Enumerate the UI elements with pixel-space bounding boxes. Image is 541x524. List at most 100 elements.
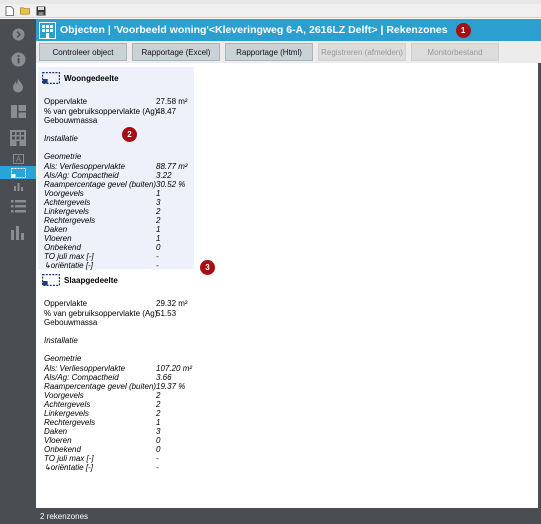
rekenzones-icon[interactable] (0, 166, 36, 179)
row-installatie: Installatie (44, 336, 194, 345)
flame-icon[interactable] (0, 75, 36, 95)
row-label: TO juli max [-] (44, 252, 94, 261)
row-label: Daken (44, 427, 68, 436)
row-value: 107.20 m² (156, 364, 193, 373)
row-value: - (156, 454, 159, 463)
bar-chart-icon[interactable] (0, 223, 36, 243)
row-oppervlakte: Oppervlakte 27.58 m² (44, 97, 194, 106)
rapportage-html-button[interactable]: Rapportage (Html) (225, 43, 313, 61)
row-onbekend: Onbekend 0 (44, 243, 194, 252)
rapportage-excel-button[interactable]: Rapportage (Excel) (132, 43, 220, 61)
row-value: - (156, 252, 159, 261)
row-label: Daken (44, 225, 68, 234)
save-icon[interactable] (36, 6, 46, 16)
row-value: 2 (156, 409, 161, 418)
row-van-gebruiksoppervlakte-ag: % van gebruiksoppervlakte (Ag) 48.47 (44, 107, 194, 116)
row-label: % van gebruiksoppervlakte (Ag) (44, 309, 158, 318)
row-linkergevels: Linkergevels 2 (44, 409, 194, 418)
row-value: 2 (156, 207, 161, 216)
row-label: Raampercentage gevel (buiten) (44, 180, 157, 189)
row-value: 0 (156, 436, 161, 445)
list-icon[interactable] (0, 197, 36, 215)
row-value: 51.53 (156, 309, 177, 318)
new-file-icon[interactable] (4, 5, 14, 16)
info-icon[interactable] (0, 49, 36, 69)
row-daken: Daken 1 (44, 225, 194, 234)
toolbar (0, 4, 541, 18)
row-achtergevels: Achtergevels 2 (44, 400, 194, 409)
row-value: 1 (156, 225, 161, 234)
svg-text:A: A (15, 155, 21, 164)
row-label: TO juli max [-] (44, 454, 94, 463)
row-value: 0 (156, 445, 161, 454)
row-label: Oppervlakte (44, 299, 88, 308)
zone-card-slaapgedeelte[interactable]: Slaapgedeelte Oppervlakte 29.32 m²% van g… (38, 269, 194, 472)
row-label: Als/Ag: Compactheid (44, 171, 119, 180)
row-label: Onbekend (44, 445, 81, 454)
zone-title: Woongedeelte (64, 73, 119, 83)
row-label: Gebouwmassa (44, 318, 98, 327)
open-folder-icon[interactable] (20, 6, 30, 16)
row-label: Linkergevels (44, 207, 89, 216)
row-label: Voorgevels (44, 189, 84, 198)
callout-badge-3: 3 (200, 260, 215, 275)
row-value: 1 (156, 418, 161, 427)
row-rechtergevels: Rechtergevels 1 (44, 418, 194, 427)
row-achtergevels: Achtergevels 3 (44, 198, 194, 207)
text-a-icon[interactable]: A (0, 153, 36, 165)
row-raampercentage-gevel-buiten: Raampercentage gevel (buiten) 19.37 % (44, 382, 194, 391)
row-label: Geometrie (44, 354, 82, 363)
page-title: Objecten | 'Voorbeeld woning'<Kleveringw… (60, 24, 448, 36)
row-label: Als/Ag: Compactheid (44, 373, 119, 382)
row-value: 0 (156, 243, 161, 252)
row-gebouwmassa: Gebouwmassa (44, 318, 194, 327)
row-vloeren: Vloeren 0 (44, 436, 194, 445)
row-ori-ntatie: ↳oriëntatie [-] - (44, 463, 194, 472)
zone-header: Slaapgedeelte (42, 273, 194, 287)
row-value: 3 (156, 198, 161, 207)
row-van-gebruiksoppervlakte-ag: % van gebruiksoppervlakte (Ag) 51.53 (44, 309, 194, 318)
row-label: Raampercentage gevel (buiten) (44, 382, 157, 391)
row-value: 3 (156, 427, 161, 436)
nav-forward-icon[interactable] (0, 25, 36, 43)
row-value: 19.37 % (156, 382, 186, 391)
left-navigation-rail: A (0, 19, 36, 524)
row-vloeren: Vloeren 1 (44, 234, 194, 243)
row-als-verliesoppervlakte: Als: Verliesoppervlakte 88.77 m² (44, 162, 194, 171)
row-geometrie: Geometrie (44, 152, 194, 161)
controleer-object-button[interactable]: Controleer object (39, 43, 127, 61)
row-label: % van gebruiksoppervlakte (Ag) (44, 107, 158, 116)
building-icon[interactable] (0, 127, 36, 149)
row-als-verliesoppervlakte: Als: Verliesoppervlakte 107.20 m² (44, 364, 194, 373)
row-label: Oppervlakte (44, 97, 88, 106)
zone-icon (42, 72, 60, 85)
small-bar-chart-icon[interactable] (0, 180, 36, 192)
layout-grid-icon[interactable] (0, 101, 36, 121)
zone-icon (42, 274, 60, 287)
row-to-juli-max: TO juli max [-] - (44, 252, 194, 261)
row-label: Rechtergevels (44, 418, 96, 427)
status-text: 2 rekenzones (40, 511, 89, 521)
row-label: Als: Verliesoppervlakte (44, 364, 126, 373)
callout-badge-1: 1 (455, 22, 471, 38)
registreren-button[interactable]: Registreren (afmelden) (318, 43, 406, 61)
row-value: 3.66 (156, 373, 172, 382)
row-label: Geometrie (44, 152, 82, 161)
row-label: Achtergevels (44, 400, 91, 409)
monitorbestand-button[interactable]: Monitorbestand (411, 43, 499, 61)
row-value: - (156, 463, 159, 472)
row-label: Rechtergevels (44, 216, 96, 225)
row-daken: Daken 3 (44, 427, 194, 436)
zone-card-woongedeelte[interactable]: Woongedeelte Oppervlakte 27.58 m²% van ge… (38, 67, 194, 270)
page-header: Objecten | 'Voorbeeld woning'<Kleveringw… (36, 19, 541, 41)
rekenzones-header-icon (39, 21, 56, 39)
row-label: Voorgevels (44, 391, 84, 400)
zone-header: Woongedeelte (42, 71, 194, 85)
row-raampercentage-gevel-buiten: Raampercentage gevel (buiten) 30.52 % (44, 180, 194, 189)
row-value: 2 (156, 400, 161, 409)
row-label: Linkergevels (44, 409, 89, 418)
row-value: 1 (156, 234, 161, 243)
row-value: 88.77 m² (156, 162, 188, 171)
row-als-ag-compactheid: Als/Ag: Compactheid 3.22 (44, 171, 194, 180)
action-button-bar: Controleer object Rapportage (Excel) Rap… (36, 41, 541, 63)
